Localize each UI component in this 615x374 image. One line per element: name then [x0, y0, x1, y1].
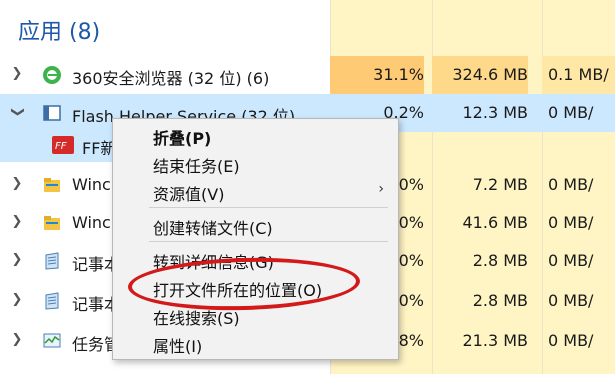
- menu-item-end-task[interactable]: 结束任务(E): [153, 153, 240, 177]
- context-menu: 折叠(P) 结束任务(E) 资源值(V) › 创建转储文件(C) 转到详细信息(…: [112, 118, 399, 360]
- chevron-right-icon[interactable]: ❯: [10, 177, 24, 191]
- submenu-arrow-icon: ›: [378, 181, 384, 197]
- process-name: 360安全浏览器 (32 位) (6): [72, 69, 270, 88]
- chevron-down-icon[interactable]: ❯: [10, 105, 25, 119]
- disk-value: 0 MB/: [548, 251, 594, 270]
- disk-value: 0 MB/: [548, 213, 594, 232]
- svg-text:FF: FF: [55, 141, 67, 152]
- memory-value: 41.6 MB: [462, 213, 529, 232]
- menu-item-resource-values[interactable]: 资源值(V): [153, 181, 224, 205]
- memory-value: 12.3 MB: [432, 94, 528, 132]
- process-name: Winc: [72, 175, 111, 194]
- menu-separator: [149, 241, 388, 242]
- notepad-icon: [45, 252, 59, 270]
- menu-separator: [149, 207, 388, 208]
- memory-value: 2.8 MB: [472, 251, 528, 270]
- disk-value: 0 MB/: [548, 291, 594, 310]
- chevron-right-icon[interactable]: ❯: [10, 293, 24, 307]
- cpu-value: 31.1%: [330, 56, 424, 94]
- chevron-right-icon[interactable]: ❯: [10, 67, 24, 81]
- ff-app-icon: FF: [52, 136, 74, 154]
- disk-value: 0 MB/: [542, 94, 615, 132]
- memory-value: 324.6 MB: [432, 56, 528, 94]
- disk-value: 0 MB/: [548, 175, 594, 194]
- disk-value: 0 MB/: [548, 331, 594, 350]
- menu-item-create-dump[interactable]: 创建转储文件(C): [153, 215, 273, 239]
- chevron-right-icon[interactable]: ❯: [10, 333, 24, 347]
- menu-item-collapse[interactable]: 折叠(P): [153, 125, 211, 149]
- memory-value: 21.3 MB: [462, 331, 529, 350]
- chevron-right-icon[interactable]: ❯: [10, 215, 24, 229]
- task-manager-icon: [43, 333, 61, 348]
- process-row-360-browser[interactable]: ❯ 360安全浏览器 (32 位) (6) 31.1% 324.6 MB 0.1…: [0, 56, 615, 94]
- process-name: Winc: [72, 213, 111, 232]
- apps-group-title: 应用 (8): [18, 20, 101, 45]
- folder-icon: [44, 178, 60, 192]
- browser-icon: [43, 66, 61, 84]
- service-window-icon: [43, 105, 61, 121]
- disk-value: 0.1 MB/: [542, 56, 615, 94]
- notepad-icon: [45, 292, 59, 310]
- folder-icon: [44, 216, 60, 230]
- memory-value: 2.8 MB: [472, 291, 528, 310]
- chevron-right-icon[interactable]: ❯: [10, 253, 24, 267]
- menu-item-properties[interactable]: 属性(I): [153, 333, 202, 357]
- memory-value: 7.2 MB: [472, 175, 528, 194]
